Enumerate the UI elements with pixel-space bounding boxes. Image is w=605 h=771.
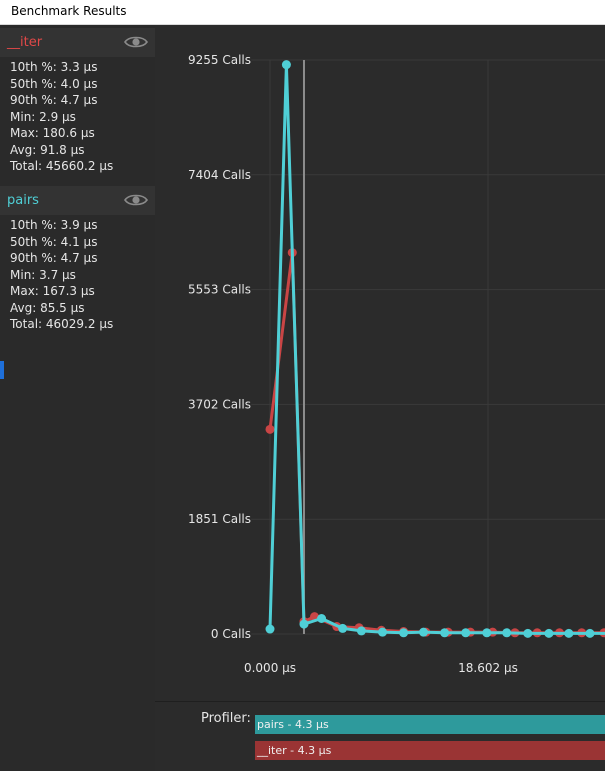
data-point-iter bbox=[265, 424, 275, 434]
series-sidebar: __iter 10th %: 3.3 µs 50th %: 4.0 µs 90t… bbox=[0, 25, 155, 771]
series-line-pairs bbox=[268, 63, 605, 635]
y-tick-label: 9255 Calls bbox=[188, 53, 251, 67]
profiler-bar-label: pairs - 4.3 µs bbox=[257, 718, 329, 731]
series-line-iter bbox=[268, 251, 605, 635]
window-title: Benchmark Results bbox=[11, 4, 127, 18]
profiler-panel: Profiler: pairs - 4.3 µs __iter - 4.3 µs bbox=[155, 701, 605, 771]
data-point-pairs bbox=[399, 628, 409, 638]
y-tick-label: 0 Calls bbox=[211, 627, 251, 641]
series-stats-pairs: 10th %: 3.9 µs 50th %: 4.1 µs 90th %: 4.… bbox=[0, 215, 155, 333]
stat-line: Max: 180.6 µs bbox=[10, 126, 95, 140]
series-panel-iter: __iter 10th %: 3.3 µs 50th %: 4.0 µs 90t… bbox=[0, 28, 155, 175]
series-name-pairs: pairs bbox=[7, 193, 39, 208]
x-tick-label: 0.000 µs bbox=[244, 661, 296, 675]
stat-line: Min: 3.7 µs bbox=[10, 267, 76, 282]
profiler-bar-iter[interactable]: __iter - 4.3 µs bbox=[255, 741, 605, 760]
eye-icon[interactable] bbox=[124, 192, 148, 208]
series-header-pairs: pairs bbox=[0, 186, 155, 215]
profiler-bar-pairs[interactable]: pairs - 4.3 µs bbox=[255, 715, 605, 734]
series-panel-pairs: pairs 10th %: 3.9 µs 50th %: 4.1 µs 90th… bbox=[0, 186, 155, 333]
y-tick-label: 5553 Calls bbox=[188, 283, 251, 297]
data-point-pairs bbox=[378, 627, 388, 637]
stat-line: Total: 45660.2 µs bbox=[10, 159, 114, 173]
data-point-pairs bbox=[523, 628, 533, 638]
data-point-pairs bbox=[440, 628, 450, 638]
y-axis: 0 Calls 1851 Calls 3702 Calls 5553 Calls 740… bbox=[188, 53, 251, 641]
data-point-pairs bbox=[317, 613, 327, 623]
stat-line: Total: 46029.2 µs bbox=[10, 317, 114, 331]
y-tick-label: 7404 Calls bbox=[188, 168, 251, 182]
stat-line: 90th %: 4.7 µs bbox=[10, 251, 98, 265]
series-name-iter: __iter bbox=[7, 35, 43, 50]
profiler-label: Profiler: bbox=[201, 711, 251, 726]
series-lines bbox=[265, 60, 605, 638]
data-point-pairs bbox=[356, 626, 366, 636]
data-point-pairs bbox=[299, 619, 309, 629]
scroll-marker bbox=[0, 361, 4, 379]
data-point-pairs bbox=[502, 628, 512, 638]
data-point-pairs bbox=[461, 628, 471, 638]
stat-line: Avg: 85.5 µs bbox=[10, 300, 85, 315]
data-point-pairs bbox=[482, 628, 492, 638]
title-bar: Benchmark Results bbox=[0, 0, 605, 25]
stat-line: 10th %: 3.3 µs bbox=[10, 60, 98, 74]
stat-line: Avg: 91.8 µs bbox=[10, 142, 85, 157]
data-point-pairs bbox=[544, 628, 554, 638]
data-point-pairs bbox=[585, 628, 595, 638]
stat-line: 10th %: 3.9 µs bbox=[10, 218, 98, 232]
profiler-bar-label: __iter - 4.3 µs bbox=[257, 744, 332, 757]
stat-line: 50th %: 4.0 µs bbox=[10, 76, 98, 91]
series-header-iter: __iter bbox=[0, 28, 155, 57]
eye-icon[interactable] bbox=[124, 34, 148, 50]
stat-line: 50th %: 4.1 µs bbox=[10, 234, 98, 249]
stat-line: Max: 167.3 µs bbox=[10, 284, 95, 298]
stat-line: Min: 2.9 µs bbox=[10, 109, 76, 124]
data-point-pairs bbox=[281, 60, 291, 70]
stat-line: 90th %: 4.7 µs bbox=[10, 93, 98, 107]
data-point-pairs bbox=[338, 623, 348, 633]
y-tick-label: 3702 Calls bbox=[188, 397, 251, 411]
data-point-pairs bbox=[564, 628, 574, 638]
x-tick-label: 18.602 µs bbox=[458, 661, 518, 675]
x-axis: 0.000 µs 18.602 µs bbox=[244, 661, 518, 675]
y-tick-label: 1851 Calls bbox=[188, 512, 251, 526]
series-stats-iter: 10th %: 3.3 µs 50th %: 4.0 µs 90th %: 4.… bbox=[0, 57, 155, 175]
chart-area[interactable]: 0 Calls 1851 Calls 3702 Calls 5553 Calls 740… bbox=[155, 25, 605, 701]
data-point-pairs bbox=[419, 627, 429, 637]
histogram-chart[interactable]: 0 Calls 1851 Calls 3702 Calls 5553 Calls 740… bbox=[155, 25, 605, 701]
data-point-pairs bbox=[265, 624, 275, 634]
